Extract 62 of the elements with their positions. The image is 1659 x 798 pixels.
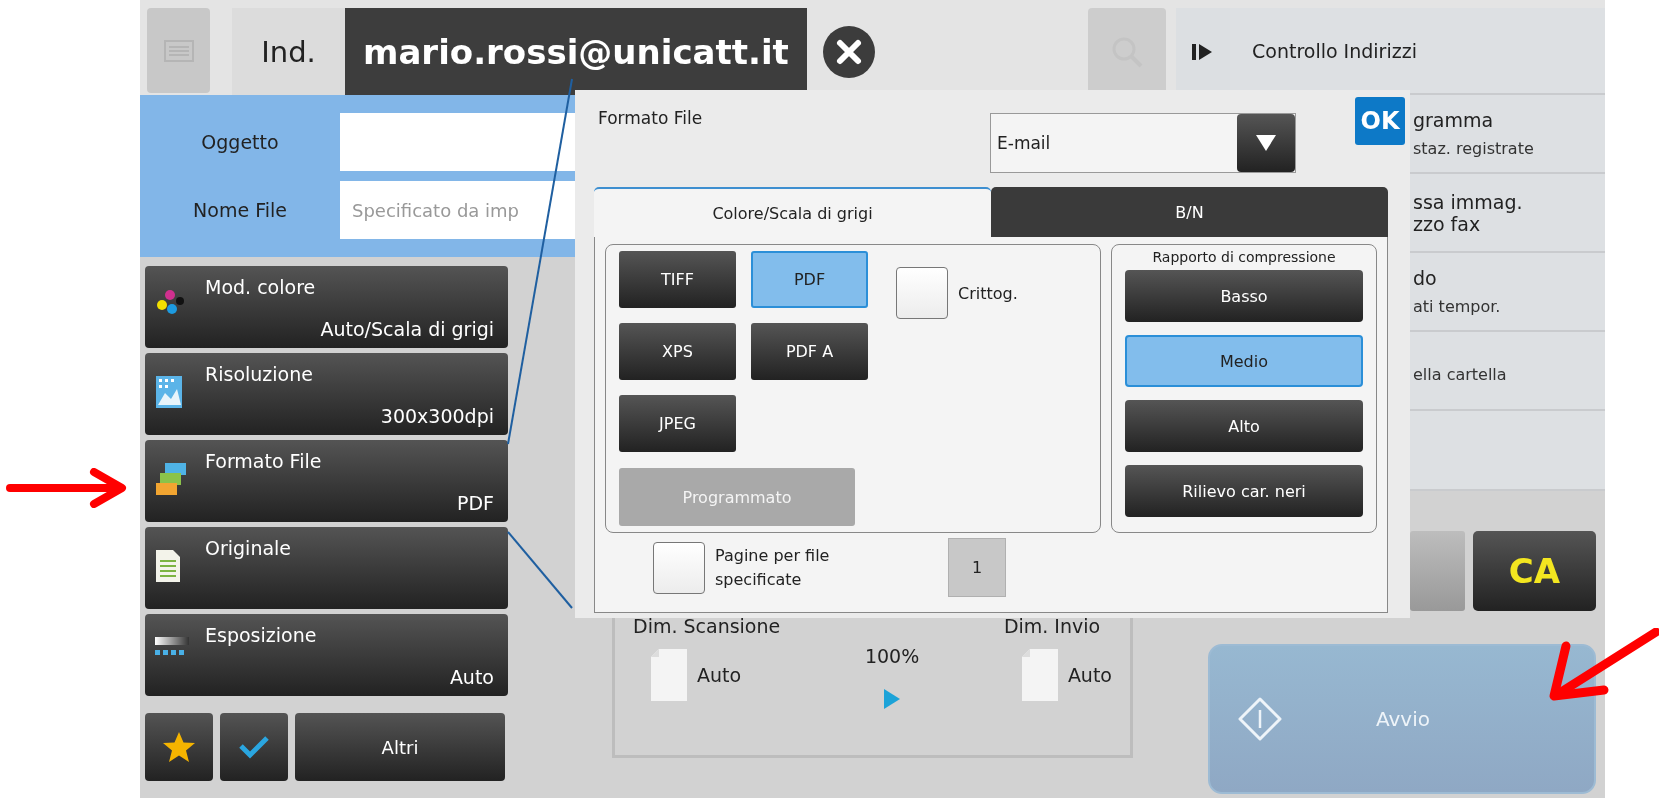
destination-select[interactable]: E-mail bbox=[990, 113, 1296, 173]
start-icon bbox=[1238, 697, 1282, 741]
expand-icon[interactable] bbox=[1192, 41, 1214, 62]
compression-button[interactable]: Rilievo car. neri bbox=[1125, 465, 1363, 517]
setting-button[interactable]: Originale bbox=[145, 527, 508, 609]
close-icon[interactable] bbox=[822, 25, 875, 78]
page-icon bbox=[651, 649, 687, 701]
setting-button[interactable]: Mod. colore Auto/Scala di grigi bbox=[145, 266, 508, 348]
setting-name: Formato File bbox=[205, 450, 322, 472]
setting-value: Auto/Scala di grigi bbox=[320, 318, 494, 340]
pages-field[interactable]: 1 bbox=[948, 538, 1006, 597]
tab[interactable]: B/N bbox=[991, 187, 1388, 237]
setting-value: Auto bbox=[449, 666, 494, 688]
play-icon bbox=[884, 689, 901, 709]
size-label: Dim. Scansione bbox=[633, 615, 781, 637]
setting-name: Mod. colore bbox=[205, 276, 316, 298]
checkbox-label: Crittog. bbox=[958, 283, 1018, 303]
compression-button[interactable]: Medio bbox=[1125, 335, 1363, 387]
checkbox-label: Pagine per file specificate bbox=[715, 545, 831, 591]
setting-button[interactable]: Esposizione Auto bbox=[145, 614, 508, 696]
checkbox[interactable] bbox=[653, 541, 705, 594]
format-button[interactable]: PDF bbox=[751, 251, 868, 308]
address-label: Ind. bbox=[232, 8, 345, 95]
size-label: Dim. Invio bbox=[1003, 615, 1102, 637]
format-button[interactable]: XPS bbox=[619, 323, 736, 380]
compression-button[interactable]: Basso bbox=[1125, 270, 1363, 322]
star-icon bbox=[162, 731, 196, 763]
tab[interactable]: Colore/Scala di grigi bbox=[594, 187, 991, 237]
clear-all-button[interactable]: CA bbox=[1473, 531, 1596, 611]
address-value: mario.rossi@unicatt.it bbox=[345, 8, 807, 95]
check-button[interactable] bbox=[220, 713, 288, 781]
file-stack-icon bbox=[155, 462, 187, 496]
input-field[interactable]: Specificato da imp bbox=[340, 181, 575, 239]
setting-name: Risoluzione bbox=[205, 363, 313, 385]
format-button[interactable]: PDF A bbox=[751, 323, 868, 380]
page-icon bbox=[1021, 649, 1058, 701]
grid-image-icon bbox=[155, 375, 183, 409]
size-value: Auto bbox=[697, 664, 742, 686]
input-field[interactable] bbox=[340, 113, 575, 171]
ratio-value: 100% bbox=[864, 645, 920, 667]
caret-icon bbox=[1256, 135, 1276, 151]
compression-button[interactable]: Alto bbox=[1125, 400, 1363, 452]
favorite-button[interactable] bbox=[145, 713, 213, 781]
setting-button[interactable]: Formato File PDF bbox=[145, 440, 508, 522]
setting-button[interactable]: Risoluzione 300x300dpi bbox=[145, 353, 508, 435]
setting-value: PDF bbox=[456, 492, 494, 514]
format-button[interactable]: TIFF bbox=[619, 251, 736, 308]
document-icon bbox=[155, 549, 181, 583]
field-label: Oggetto bbox=[200, 131, 280, 153]
panel-item[interactable]: Controllo Indirizzi bbox=[1230, 8, 1605, 95]
others-button[interactable]: Altri bbox=[295, 713, 505, 781]
format-button[interactable]: JPEG bbox=[619, 395, 736, 452]
ok-button[interactable]: OK bbox=[1355, 97, 1405, 145]
size-value: Auto bbox=[1067, 664, 1112, 686]
check-icon bbox=[238, 735, 270, 759]
setting-name: Esposizione bbox=[205, 624, 317, 646]
field-label: Nome File bbox=[192, 199, 288, 221]
checkbox[interactable] bbox=[896, 267, 948, 319]
exposure-bar-icon bbox=[155, 636, 189, 658]
setting-value: 300x300dpi bbox=[380, 405, 494, 427]
setting-name: Originale bbox=[205, 537, 292, 559]
dialog-title: Formato File bbox=[598, 108, 703, 128]
